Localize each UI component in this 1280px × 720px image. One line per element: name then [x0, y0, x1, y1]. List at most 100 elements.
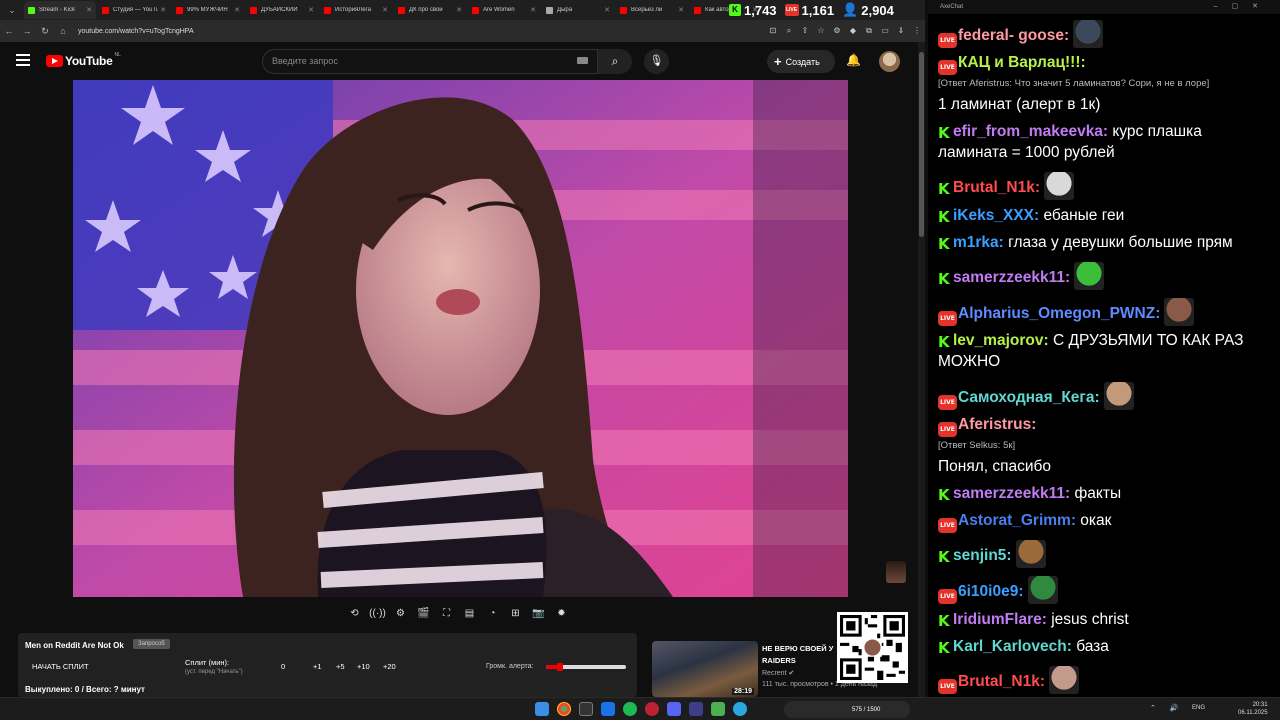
- spotify-icon[interactable]: [623, 702, 637, 716]
- extension2-icon[interactable]: ◆: [845, 23, 861, 39]
- share-icon[interactable]: ⇪: [797, 23, 813, 39]
- add-20-button[interactable]: +20: [383, 662, 396, 671]
- steam-icon[interactable]: [601, 702, 615, 716]
- telegram-icon[interactable]: [733, 702, 747, 716]
- speed-icon[interactable]: ◔: [483, 604, 502, 623]
- app-icon[interactable]: [579, 702, 593, 716]
- url-field[interactable]: youtube.com/watch?v=uTogTcngHPA: [78, 28, 765, 35]
- back-icon[interactable]: ←: [0, 22, 18, 40]
- browser-tab[interactable]: Stream - Kick ✕: [24, 1, 96, 19]
- chat-username[interactable]: 6i10i0e9:: [958, 583, 1024, 600]
- tab-close-icon[interactable]: ✕: [382, 6, 388, 14]
- star-icon[interactable]: ☆: [813, 23, 829, 39]
- notifications-bell-icon[interactable]: 🔔: [846, 53, 861, 67]
- film-icon[interactable]: ▤: [460, 604, 479, 623]
- puzzle-icon[interactable]: ⧉: [861, 23, 877, 39]
- add-10-button[interactable]: +10: [357, 662, 370, 671]
- install-icon[interactable]: ⊡: [765, 23, 781, 39]
- folder-icon[interactable]: [711, 702, 725, 716]
- video-player[interactable]: [73, 80, 848, 597]
- language-indicator[interactable]: ENG: [1192, 705, 1205, 711]
- start-icon[interactable]: [535, 702, 549, 716]
- add-icon[interactable]: ⊞: [506, 604, 525, 623]
- tab-close-icon[interactable]: ✕: [308, 6, 314, 14]
- tab-close-icon[interactable]: ✕: [604, 6, 610, 14]
- hamburger-menu-icon[interactable]: [16, 54, 30, 66]
- chat-username[interactable]: Alpharius_Omegon_PWNZ:: [958, 305, 1160, 322]
- obs-icon[interactable]: [645, 702, 659, 716]
- alert-volume-slider[interactable]: [546, 663, 626, 671]
- browser-tab[interactable]: Всерьез ли ✕: [616, 1, 688, 19]
- start-split-button[interactable]: НАЧАТЬ СПЛИТ: [32, 662, 89, 671]
- mic-button[interactable]: 🎙: [644, 49, 669, 74]
- chat-username[interactable]: Aferistrus:: [958, 416, 1036, 433]
- chat-username[interactable]: senjin5:: [953, 547, 1012, 564]
- audio-icon[interactable]: ((·)): [368, 604, 387, 623]
- system-tray[interactable]: ⌃ 🔊: [1150, 704, 1185, 712]
- chat-username[interactable]: Brutal_N1k:: [958, 673, 1045, 690]
- chat-username[interactable]: iKeks_XXX:: [953, 207, 1039, 224]
- recommended-thumbnail[interactable]: 28:19: [652, 641, 758, 697]
- forward-icon[interactable]: →: [18, 22, 36, 40]
- browser-tab[interactable]: ДК про свой ✕: [394, 1, 466, 19]
- browser-tab[interactable]: Студия — YouTube✕: [98, 1, 170, 19]
- avatar[interactable]: [879, 51, 900, 72]
- loop-icon[interactable]: ⟲: [345, 604, 364, 623]
- tab-close-icon[interactable]: ✕: [160, 6, 166, 14]
- tab-search-icon[interactable]: ⌄: [4, 2, 20, 18]
- browser-tab[interactable]: ИсторияЛега ✕: [320, 1, 392, 19]
- recommended-channel[interactable]: Recrent ✔: [762, 669, 794, 677]
- zoom-icon[interactable]: ⌕: [781, 23, 797, 39]
- tab-close-icon[interactable]: ✕: [530, 6, 536, 14]
- keyboard-icon[interactable]: [577, 57, 588, 64]
- gear-icon[interactable]: ✹: [552, 604, 571, 623]
- window-controls[interactable]: –▢✕: [1214, 0, 1272, 14]
- reload-icon[interactable]: ↻: [36, 22, 54, 40]
- chat-username[interactable]: Brutal_N1k:: [953, 179, 1040, 196]
- recommended-title[interactable]: НЕ ВЕРЮ СВОЕЙ У RAIDERS: [762, 643, 842, 667]
- tab-close-icon[interactable]: ✕: [456, 6, 462, 14]
- tab-close-icon[interactable]: ✕: [86, 6, 92, 14]
- settings-toggle-icon[interactable]: ⚙: [391, 604, 410, 623]
- tab-close-icon[interactable]: ✕: [678, 6, 684, 14]
- camera-icon[interactable]: 📷: [529, 604, 548, 623]
- search-button[interactable]: ⌕: [598, 49, 632, 74]
- crop-icon[interactable]: ⛶: [437, 604, 456, 623]
- chat-username[interactable]: Karl_Karlovech:: [953, 638, 1072, 655]
- donation-progress[interactable]: 575 / 1500: [784, 701, 910, 718]
- browser-tab[interactable]: ДУБАЙСКИЙ ✕: [246, 1, 318, 19]
- chat-username[interactable]: Astorat_Grimm:: [958, 512, 1076, 529]
- browser-tab[interactable]: Are Women ✕: [468, 1, 540, 19]
- add-5-button[interactable]: +5: [336, 662, 345, 671]
- chrome-icon[interactable]: [557, 702, 571, 716]
- chat-username[interactable]: efir_from_makeevka:: [953, 123, 1108, 140]
- add-1-button[interactable]: +1: [313, 662, 322, 671]
- player-icon[interactable]: [689, 702, 703, 716]
- extension-icon[interactable]: ⚙: [829, 23, 845, 39]
- chat-username[interactable]: federal- goose:: [958, 27, 1069, 44]
- create-button[interactable]: + Создать: [767, 50, 835, 73]
- download-icon[interactable]: ⇓: [893, 23, 909, 39]
- discord-icon[interactable]: [667, 702, 681, 716]
- chat-username[interactable]: КАЦ и Варлац!!!:: [958, 54, 1086, 71]
- browser-tab[interactable]: 99% МУЖЧИН ✕: [172, 1, 244, 19]
- tab-close-icon[interactable]: ✕: [234, 6, 240, 14]
- menu-icon[interactable]: ⋮: [909, 23, 925, 39]
- clock[interactable]: 20:31 06.11.2025: [1238, 701, 1268, 717]
- home-icon[interactable]: ⌂: [54, 22, 72, 40]
- request-tag[interactable]: Запрособ: [133, 639, 170, 649]
- chat-username[interactable]: Самоходная_Кега:: [958, 389, 1100, 406]
- chat-username[interactable]: lev_majorov:: [953, 332, 1049, 349]
- scroll-thumb[interactable]: [919, 52, 924, 237]
- page-scrollbar[interactable]: [918, 42, 925, 697]
- youtube-logo[interactable]: YouTube NL: [46, 52, 121, 68]
- chat-username[interactable]: samerzzeekk11:: [953, 485, 1070, 502]
- chat-username[interactable]: IridiumFlare:: [953, 611, 1047, 628]
- clapperboard-icon[interactable]: 🎬: [414, 604, 433, 623]
- chat-username[interactable]: samerzzeekk11:: [953, 269, 1070, 286]
- sidebar-icon[interactable]: ▭: [877, 23, 893, 39]
- browser-tab[interactable]: Дыра ✕: [542, 1, 614, 19]
- alert-volume-knob[interactable]: [557, 663, 564, 671]
- search-input[interactable]: Введите запрос: [262, 49, 598, 74]
- chat-username[interactable]: m1rka:: [953, 234, 1004, 251]
